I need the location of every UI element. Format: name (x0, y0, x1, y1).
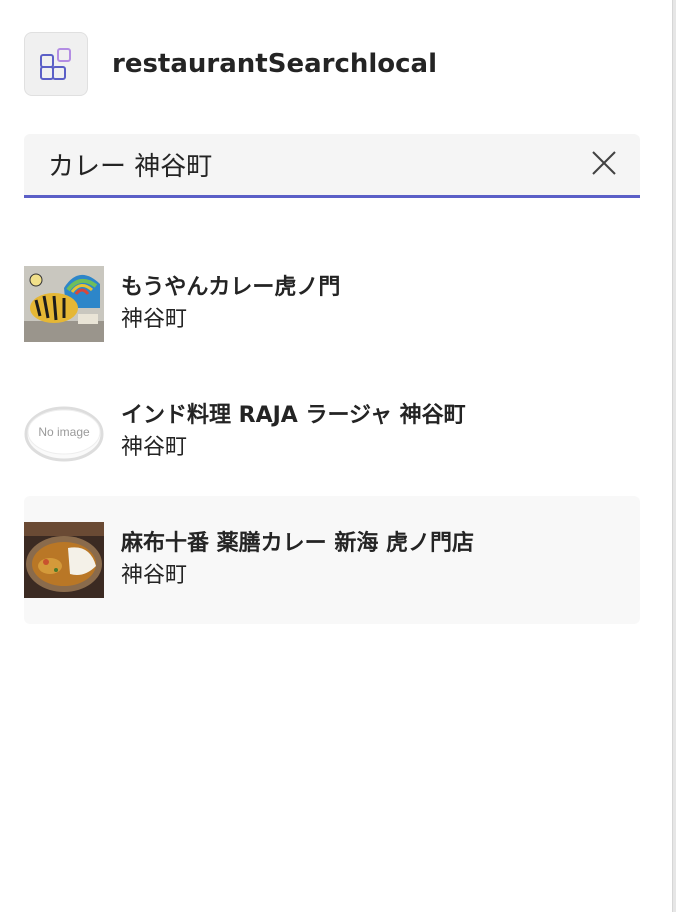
close-icon (591, 150, 617, 180)
result-name: インド料理 RAJA ラージャ 神谷町 (121, 403, 466, 428)
result-name: 麻布十番 薬膳カレー 新海 虎ノ門店 (121, 531, 474, 556)
tiger-painting-image (24, 266, 104, 342)
search-box (24, 134, 640, 198)
no-image-text: No image (38, 425, 90, 439)
result-item[interactable]: もうやんカレー虎ノ門 神谷町 (24, 240, 640, 368)
app-title: restaurantSearchlocal (112, 49, 438, 79)
curry-dish-image (24, 522, 104, 598)
result-area: 神谷町 (121, 435, 188, 460)
no-image-placeholder: No image (24, 394, 104, 470)
clear-search-button[interactable] (568, 134, 640, 195)
app-header: restaurantSearchlocal (24, 32, 437, 96)
result-area: 神谷町 (121, 307, 188, 332)
result-name: もうやんカレー虎ノ門 (121, 275, 341, 300)
result-item[interactable]: 麻布十番 薬膳カレー 新海 虎ノ門店 神谷町 (24, 496, 640, 624)
result-area: 神谷町 (121, 563, 188, 588)
search-input[interactable] (24, 134, 568, 195)
search-panel: restaurantSearchlocal カレー 神谷町 もうやんカレー虎ノ門… (0, 0, 676, 912)
result-item[interactable]: No image インド料理 RAJA ラージャ 神谷町 神谷町 (24, 368, 640, 496)
results-list: もうやんカレー虎ノ門 神谷町 No image インド料理 RAJA ラージャ … (24, 240, 640, 624)
scroll-edge (672, 0, 676, 912)
apps-grid-icon[interactable] (24, 32, 88, 96)
